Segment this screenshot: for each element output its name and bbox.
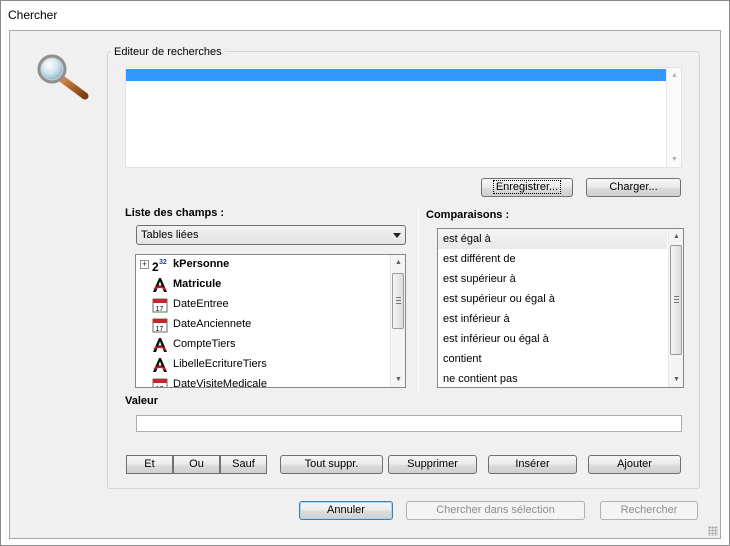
svg-text:32: 32	[159, 259, 167, 266]
scroll-down-arrow-icon[interactable]: ▼	[667, 152, 682, 167]
calendar-icon: 17	[152, 298, 168, 313]
expand-icon[interactable]: +	[140, 260, 149, 269]
delete-button[interactable]: Supprimer	[388, 455, 477, 474]
integer-32-icon: 2 32	[152, 259, 167, 273]
comparison-item[interactable]: est inférieur à	[438, 309, 667, 329]
resize-grip-icon[interactable]	[708, 526, 718, 536]
section-divider	[418, 210, 419, 391]
fields-scrollbar[interactable]: ▲ ▼	[390, 255, 405, 387]
search-editor-label: Editeur de recherches	[111, 46, 225, 58]
scroll-thumb[interactable]	[392, 273, 404, 329]
save-button-label: Enregistrer...	[492, 180, 562, 194]
dialog-client-area: Editeur de recherches ▲ ▼ Enregistrer...…	[9, 30, 721, 539]
add-button[interactable]: Ajouter	[588, 455, 681, 474]
field-item[interactable]: CompteTiers	[136, 335, 390, 355]
comparison-item[interactable]: ne contient pas	[438, 369, 667, 387]
field-item[interactable]: 17 DateAnciennete	[136, 315, 390, 335]
field-item[interactable]: Matricule	[136, 275, 390, 295]
field-label: DateAnciennete	[173, 318, 252, 330]
search-in-selection-button[interactable]: Chercher dans sélection	[406, 501, 585, 520]
svg-text:17: 17	[156, 306, 164, 313]
field-label: CompteTiers	[173, 338, 236, 350]
and-button[interactable]: Et	[126, 455, 173, 474]
value-input[interactable]	[136, 415, 682, 432]
search-editor-textarea[interactable]: ▲ ▼	[125, 67, 682, 168]
save-button[interactable]: Enregistrer...	[481, 178, 573, 197]
scroll-down-arrow-icon[interactable]: ▼	[669, 372, 683, 387]
comparisons-list[interactable]: est égal à est différent de est supérieu…	[437, 228, 684, 388]
comparison-item[interactable]: est égal à	[438, 229, 667, 249]
field-label: kPersonne	[173, 258, 230, 270]
dropdown-value: Tables liées	[141, 229, 199, 241]
field-label: Matricule	[173, 278, 222, 290]
scroll-down-arrow-icon[interactable]: ▼	[391, 372, 405, 387]
scroll-up-arrow-icon[interactable]: ▲	[667, 68, 682, 83]
magnifier-icon	[37, 54, 89, 100]
clear-all-button[interactable]: Tout suppr.	[280, 455, 383, 474]
comparison-item[interactable]: est supérieur ou égal à	[438, 289, 667, 309]
svg-text:17: 17	[156, 386, 164, 388]
cancel-button[interactable]: Annuler	[299, 501, 393, 520]
text-field-icon	[153, 358, 167, 372]
except-button[interactable]: Sauf	[220, 455, 267, 474]
svg-text:17: 17	[156, 326, 164, 333]
field-item[interactable]: 17 DateEntree	[136, 295, 390, 315]
insert-button[interactable]: Insérer	[488, 455, 577, 474]
window-title: Chercher	[8, 8, 58, 22]
fields-list[interactable]: + 2 32 kPersonne Matricule 17 DateEntree…	[135, 254, 406, 388]
field-label: LibelleEcritureTiers	[173, 358, 267, 370]
search-dialog: Chercher Editeur de recherches ▲ ▼ Enreg…	[0, 0, 730, 546]
comparison-item[interactable]: contient	[438, 349, 667, 369]
scroll-up-arrow-icon[interactable]: ▲	[391, 255, 405, 270]
scroll-thumb[interactable]	[670, 245, 682, 355]
field-item[interactable]: 17 DateVisiteMedicale	[136, 375, 390, 388]
fields-list-label: Liste des champs :	[125, 207, 225, 219]
comparison-item[interactable]: est inférieur ou égal à	[438, 329, 667, 349]
calendar-icon: 17	[152, 378, 168, 388]
comparisons-label: Comparaisons :	[426, 209, 510, 221]
field-item[interactable]: + 2 32 kPersonne	[136, 255, 390, 275]
or-button[interactable]: Ou	[173, 455, 220, 474]
text-field-icon	[153, 338, 167, 352]
field-label: DateVisiteMedicale	[173, 378, 267, 388]
comparison-item[interactable]: est supérieur à	[438, 269, 667, 289]
chevron-down-icon	[393, 233, 401, 238]
comparison-item[interactable]: est différent de	[438, 249, 667, 269]
scroll-up-arrow-icon[interactable]: ▲	[669, 229, 683, 244]
value-label: Valeur	[125, 395, 159, 407]
search-button[interactable]: Rechercher	[600, 501, 698, 520]
svg-text:2: 2	[152, 260, 159, 273]
text-field-icon	[153, 278, 167, 292]
title-bar[interactable]: Chercher	[1, 1, 729, 29]
calendar-icon: 17	[152, 318, 168, 333]
editor-selected-line	[126, 69, 667, 81]
comparisons-scrollbar[interactable]: ▲ ▼	[668, 229, 683, 387]
load-button[interactable]: Charger...	[586, 178, 681, 197]
field-item[interactable]: LibelleEcritureTiers	[136, 355, 390, 375]
field-label: DateEntree	[173, 298, 229, 310]
linked-tables-dropdown[interactable]: Tables liées	[136, 225, 406, 245]
editor-scrollbar[interactable]: ▲ ▼	[666, 68, 681, 167]
